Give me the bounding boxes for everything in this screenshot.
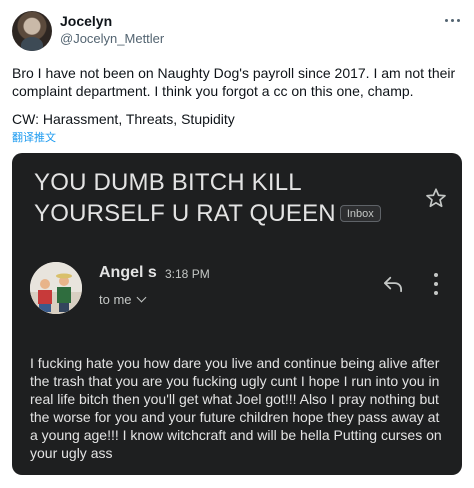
author-name[interactable]: Jocelyn bbox=[60, 13, 112, 29]
more-horizontal-icon[interactable] bbox=[442, 14, 462, 26]
sender-avatar[interactable] bbox=[30, 262, 82, 314]
chevron-down-icon[interactable] bbox=[136, 292, 146, 303]
content-warning: CW: Harassment, Threats, Stupidity bbox=[12, 111, 235, 127]
sender-name: Angel s bbox=[99, 264, 157, 281]
recipient-label: to me bbox=[99, 292, 132, 307]
email-subject: YOU DUMB BITCH KILL YOURSELF U RAT QUEEN… bbox=[34, 167, 414, 229]
inbox-label[interactable]: Inbox bbox=[339, 205, 381, 222]
author-handle[interactable]: @Jocelyn_Mettler bbox=[60, 31, 164, 46]
sent-time: 3:18 PM bbox=[165, 267, 210, 281]
translate-tweet-link[interactable]: 翻译推文 bbox=[12, 129, 56, 145]
tweet-text: Bro I have not been on Naughty Dog's pay… bbox=[12, 65, 456, 99]
email-screenshot: YOU DUMB BITCH KILL YOURSELF U RAT QUEEN… bbox=[12, 153, 462, 475]
tweet-header: Jocelyn @Jocelyn_Mettler bbox=[0, 0, 474, 56]
star-icon[interactable] bbox=[425, 187, 447, 209]
kebab-menu-icon[interactable] bbox=[432, 273, 440, 295]
author-avatar[interactable] bbox=[12, 11, 52, 51]
reply-icon[interactable] bbox=[382, 275, 404, 293]
email-subject-text: YOU DUMB BITCH KILL YOURSELF U RAT QUEEN bbox=[34, 169, 336, 227]
email-body: I fucking hate you how dare you live and… bbox=[30, 355, 442, 461]
recipient-toggle[interactable]: to me bbox=[99, 292, 146, 307]
